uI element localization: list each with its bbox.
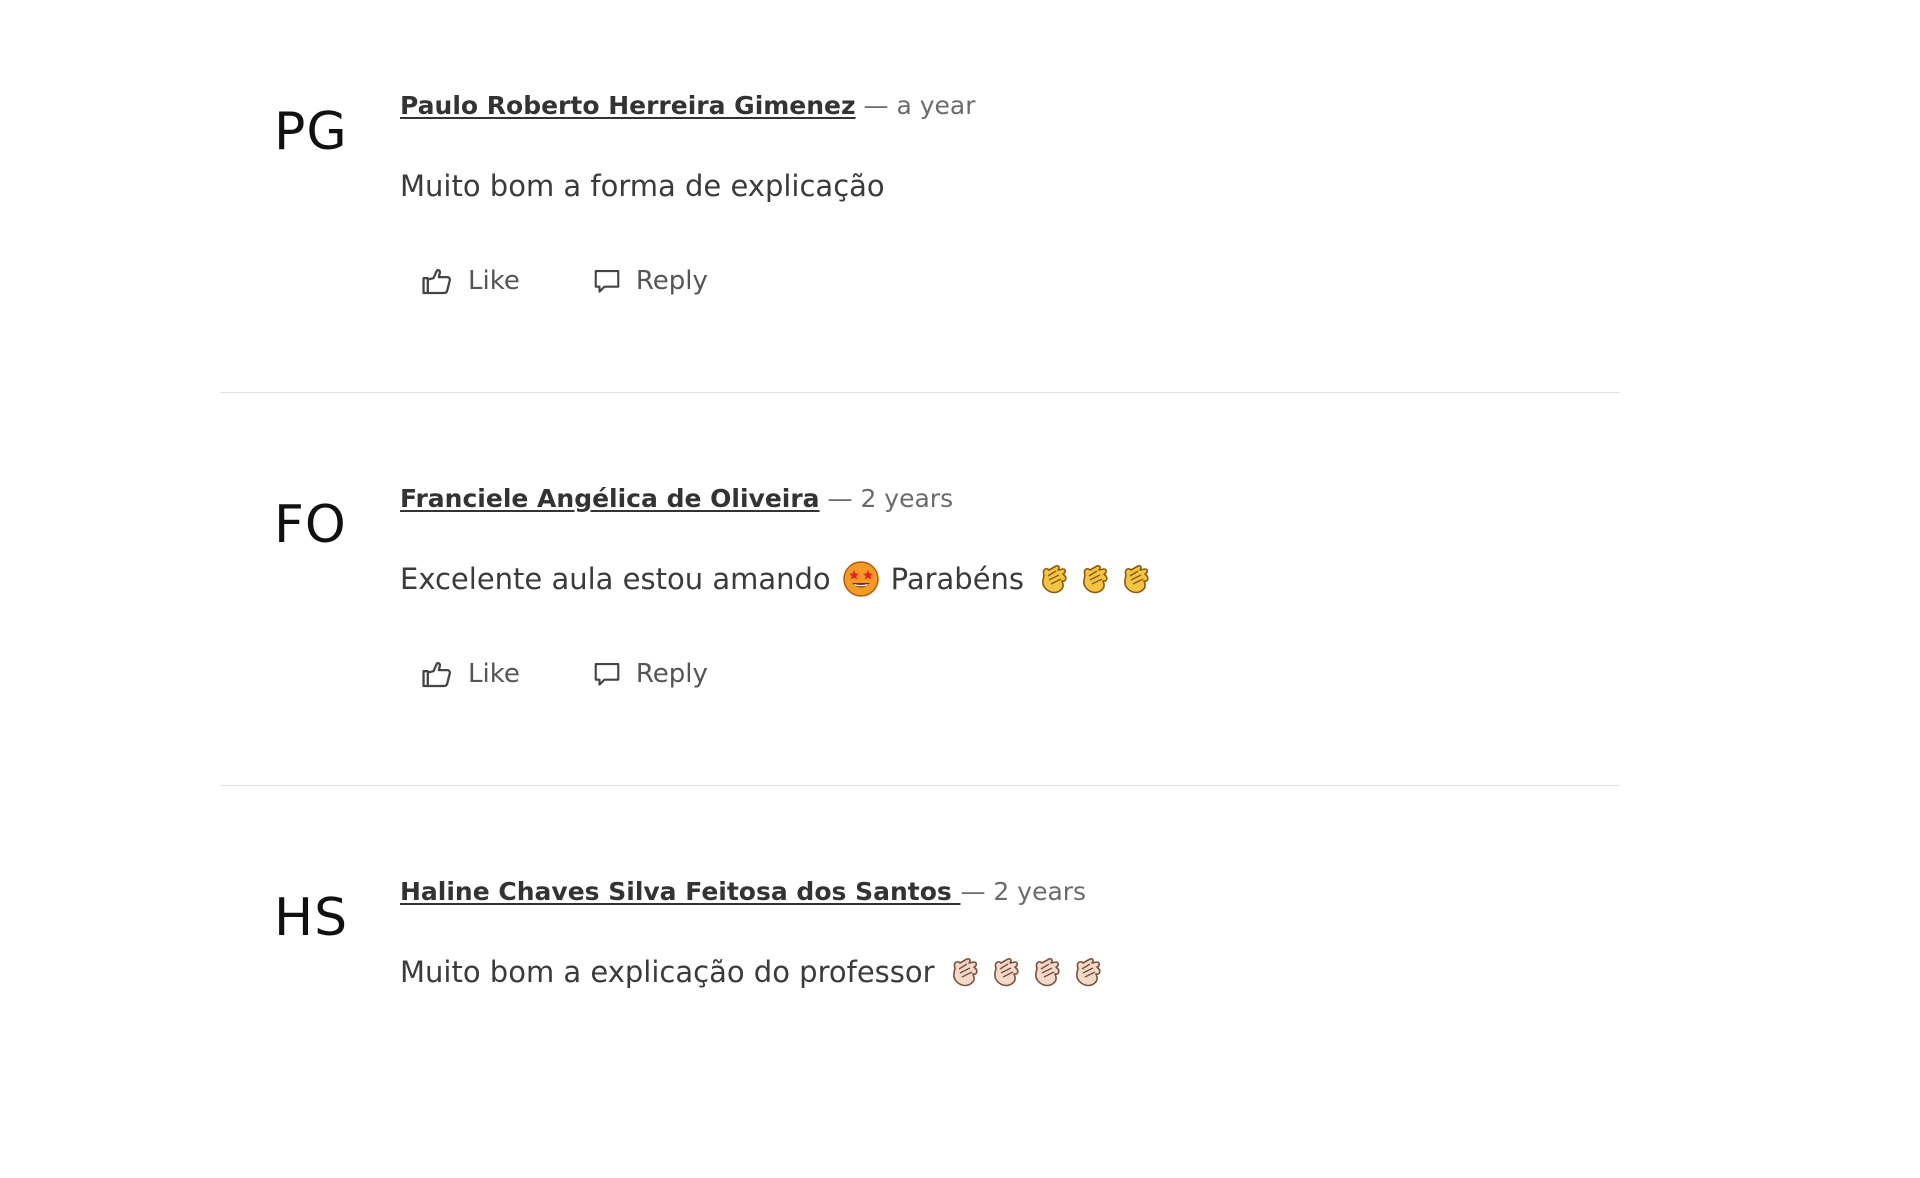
thumbs-up-icon: [422, 269, 452, 295]
like-button[interactable]: Like: [400, 264, 520, 298]
thumbs-up-icon: [422, 662, 452, 688]
clapping-hands-icon: [1075, 958, 1101, 987]
comment-time: 2 years: [860, 484, 954, 513]
comment-text: Muito bom a forma de explicação: [400, 166, 1620, 206]
comment: HS Haline Chaves Silva Feitosa dos Santo…: [220, 785, 1620, 1178]
avatar: PG: [274, 102, 348, 162]
clapping-hands-icon: [952, 958, 978, 987]
comment-time: a year: [896, 91, 976, 120]
reply-label: Reply: [635, 659, 708, 689]
comment-text-content: Muito bom a forma de explicação: [400, 169, 885, 203]
clapping-hands-icon: [1034, 958, 1060, 987]
reply-button[interactable]: Reply: [572, 266, 708, 296]
clapping-hands-icon: [1083, 565, 1108, 594]
comment-text: Excelente aula estou amando Parabéns: [400, 559, 1620, 599]
comment-bubble-icon: [594, 662, 620, 686]
comment-text-part-2: Parabéns: [890, 562, 1025, 596]
comment-text-content: Muito bom a explicação do professor: [400, 955, 935, 989]
clapping-hands-icon: [1042, 565, 1067, 594]
star-struck-face-icon: [842, 561, 879, 597]
comment-meta: Franciele Angélica de Oliveira — 2 years: [400, 481, 1620, 517]
comment-body: Haline Chaves Silva Feitosa dos Santos —…: [400, 874, 1620, 992]
meta-separator: —: [863, 91, 889, 120]
like-label: Like: [468, 266, 520, 296]
comment-body: Paulo Roberto Herreira Gimenez — a year …: [400, 88, 1620, 298]
meta-separator: —: [960, 877, 986, 906]
like-label: Like: [468, 659, 520, 689]
comment-body: Franciele Angélica de Oliveira — 2 years…: [400, 481, 1620, 691]
like-button[interactable]: Like: [400, 657, 520, 691]
comment-list: PG Paulo Roberto Herreira Gimenez — a ye…: [220, 0, 1620, 1178]
comment-text-part-1: Excelente aula estou amando: [400, 562, 831, 596]
reply-button[interactable]: Reply: [572, 659, 708, 689]
avatar: FO: [274, 495, 347, 555]
author-link[interactable]: Haline Chaves Silva Feitosa dos Santos: [400, 877, 960, 906]
author-link[interactable]: Franciele Angélica de Oliveira: [400, 484, 820, 513]
comment-meta: Paulo Roberto Herreira Gimenez — a year: [400, 88, 1620, 124]
comment: FO Franciele Angélica de Oliveira — 2 ye…: [220, 392, 1620, 785]
clapping-hands-icon: [993, 958, 1019, 987]
clapping-hands-icon: [1124, 565, 1149, 594]
comment-actions: Like Reply: [400, 264, 1620, 298]
comment-bubble-icon: [594, 269, 620, 293]
meta-separator: —: [827, 484, 853, 513]
author-link[interactable]: Paulo Roberto Herreira Gimenez: [400, 91, 856, 120]
comment: PG Paulo Roberto Herreira Gimenez — a ye…: [220, 0, 1620, 392]
avatar: HS: [274, 888, 349, 948]
comment-actions: Like Reply: [400, 657, 1620, 691]
emoji-group: [1034, 559, 1157, 599]
comment-text: Muito bom a explicação do professor: [400, 952, 1620, 992]
emoji-group: [945, 952, 1109, 992]
comment-time: 2 years: [993, 877, 1087, 906]
comment-meta: Haline Chaves Silva Feitosa dos Santos —…: [400, 874, 1620, 910]
reply-label: Reply: [635, 266, 708, 296]
